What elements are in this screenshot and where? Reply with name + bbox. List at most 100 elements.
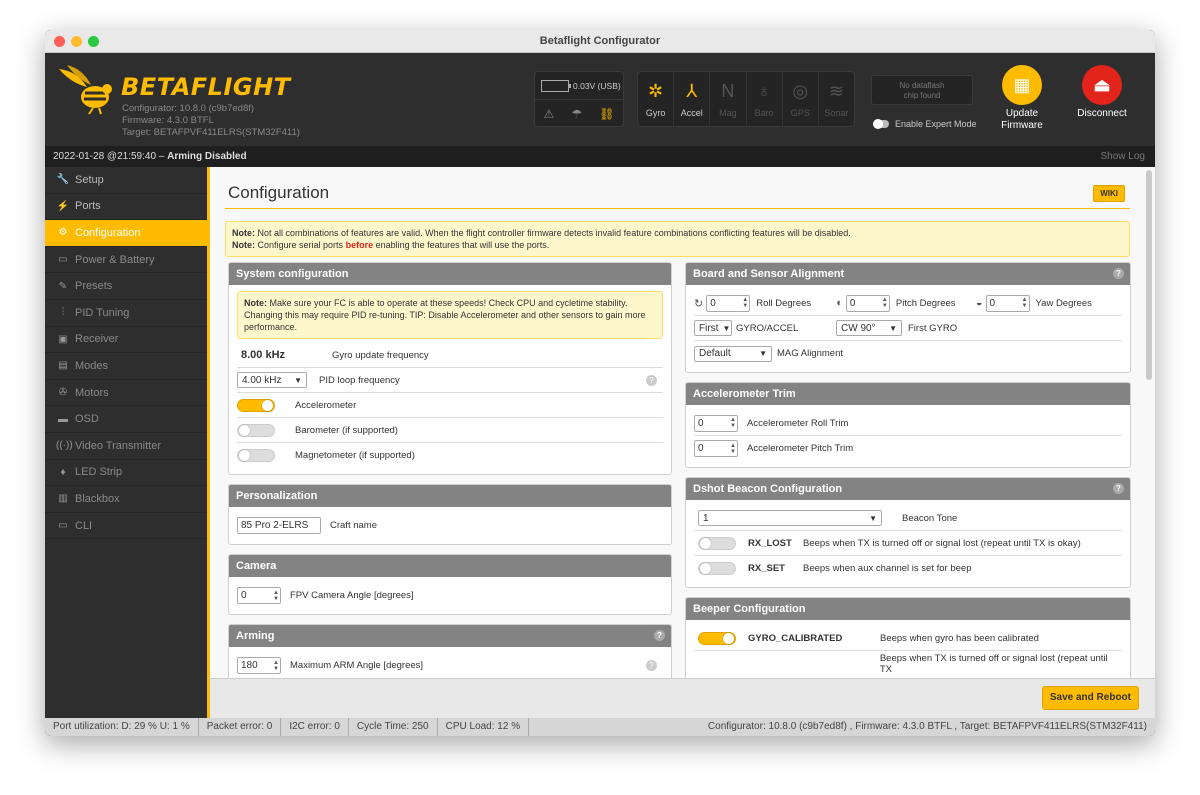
disconnect-button[interactable]: ⏏ Disconnect <box>1073 65 1131 120</box>
sidebar-item-setup[interactable]: 🔧 Setup <box>45 167 207 194</box>
help-icon[interactable]: ? <box>646 660 657 671</box>
sidebar-item-blackbox[interactable]: ▥ Blackbox <box>45 486 207 513</box>
arming-status: Arming Disabled <box>167 151 247 162</box>
content-scrollbar[interactable] <box>1146 170 1152 380</box>
wand-icon: ✎ <box>58 280 68 292</box>
plug-icon: ⚡ <box>56 200 70 212</box>
sidebar-item-video-transmitter[interactable]: ((·)) Video Transmitter <box>45 433 207 460</box>
update-firmware-button[interactable]: ▦ Update Firmware <box>996 65 1048 132</box>
stepper-icon[interactable]: ▲ ▼ <box>1021 297 1029 309</box>
sidebar-item-configuration[interactable]: ⚙ Configuration <box>45 220 207 247</box>
i2c-error: I2C error: 0 <box>281 718 349 736</box>
led-icon: ♦ <box>60 466 66 478</box>
max-arm-angle-label: Maximum ARM Angle [degrees] <box>290 660 424 671</box>
panel-title: Personalization <box>229 485 671 507</box>
stepper-icon[interactable]: ▲ ▼ <box>729 417 737 429</box>
chip-icon: ▦ <box>1002 65 1042 105</box>
blackbox-icon: ▥ <box>58 493 68 505</box>
wiki-button[interactable]: WIKI <box>1093 185 1125 202</box>
sidebar-item-receiver[interactable]: ▣ Receiver <box>45 327 207 354</box>
help-icon[interactable]: ? <box>1113 268 1124 279</box>
gyro-select[interactable]: First ▼ <box>694 320 732 336</box>
sidebar-item-pid-tuning[interactable]: ⫶ PID Tuning <box>45 300 207 327</box>
system-configuration-panel: System configuration Note: Make sure you… <box>228 262 672 475</box>
magnetometer-toggle[interactable] <box>237 449 275 462</box>
panel-title: System configuration <box>229 263 671 285</box>
left-column: System configuration Note: Make sure you… <box>228 262 672 678</box>
stepper-icon[interactable]: ▲ ▼ <box>272 660 280 672</box>
motor-icon: ✇ <box>58 387 68 399</box>
gps-icon: ◎ <box>792 81 809 101</box>
gyro-frequency-label: Gyro update frequency <box>332 349 429 361</box>
main-content: Configuration WIKI Note: Not all combina… <box>207 167 1155 678</box>
arming-panel: Arming? 180 ▲ ▼ Maximum ARM Angle [degrees… <box>228 624 672 678</box>
rx-set-desc: Beeps when aux channel is set for beep <box>803 563 972 574</box>
mag-icon: N <box>721 81 735 101</box>
help-icon[interactable]: ? <box>1113 483 1124 494</box>
baro-icon: ♁ <box>757 81 771 101</box>
stepper-icon[interactable]: ▲ ▼ <box>881 297 889 309</box>
sidebar-item-ports[interactable]: ⚡ Ports <box>45 194 207 221</box>
close-window-button[interactable] <box>54 36 65 47</box>
stepper-icon[interactable]: ▲ ▼ <box>272 590 280 602</box>
expert-mode-toggle[interactable]: Enable Expert Mode <box>873 119 977 129</box>
gyro-alignment-select[interactable]: CW 90° ▼ <box>836 320 902 336</box>
pitch-degrees-label: Pitch Degrees <box>895 297 956 309</box>
barometer-toggle[interactable] <box>237 423 275 437</box>
acc-pitch-trim-input[interactable]: 0 ▲ ▼ <box>694 440 738 457</box>
craft-name-label: Craft name <box>330 520 377 531</box>
yaw-icon: ◒ <box>975 297 983 309</box>
rx-set-toggle[interactable] <box>698 562 736 575</box>
rx-lost-toggle[interactable] <box>698 536 736 550</box>
sidebar-item-cli[interactable]: ▭ CLI <box>45 513 207 540</box>
pid-loop-select[interactable]: 4.00 kHz ▼ <box>237 372 307 388</box>
configurator-version: Configurator: 10.8.0 (c9b7ed8f) <box>122 103 255 114</box>
sidebar-item-osd[interactable]: ▬ OSD <box>45 406 207 433</box>
firmware-version: Firmware: 4.3.0 BTFL <box>122 115 214 126</box>
accelerometer-label: Accelerometer <box>295 399 357 411</box>
modes-icon: ▤ <box>58 360 68 372</box>
pitch-icon: ◐ <box>836 297 843 309</box>
barometer-label: Barometer (if supported) <box>295 424 398 436</box>
stepper-icon[interactable]: ▲ ▼ <box>729 443 737 455</box>
battery-voltage: 0.03V (USB) <box>573 80 621 91</box>
stepper-icon[interactable]: ▲ ▼ <box>741 297 749 309</box>
accelerometer-trim-panel: Accelerometer Trim 0 ▲ ▼ Accelerometer Rol… <box>685 382 1131 468</box>
help-icon[interactable]: ? <box>654 630 665 641</box>
expert-mode-switch[interactable] <box>873 119 889 129</box>
sensor-status: ✲ Gyro ⅄ Accel N Mag ♁ Baro ◎ GPS ≋ Sonar <box>637 71 855 127</box>
max-arm-angle-input[interactable]: 180 ▲ ▼ <box>237 657 281 674</box>
sidebar-item-power-battery[interactable]: ▭ Power & Battery <box>45 247 207 274</box>
sidebar-item-presets[interactable]: ✎ Presets <box>45 273 207 300</box>
accelerometer-toggle[interactable] <box>237 398 275 412</box>
acc-roll-trim-input[interactable]: 0 ▲ ▼ <box>694 414 738 432</box>
battery-status: 0.03V (USB) ⚠ ☂ ⛓ <box>534 71 624 127</box>
sidebar-item-modes[interactable]: ▤ Modes <box>45 353 207 380</box>
sidebar-item-motors[interactable]: ✇ Motors <box>45 380 207 407</box>
pitch-degrees-input[interactable]: 0 ▲ ▼ <box>845 294 890 312</box>
yaw-degrees-input[interactable]: 0 ▲ ▼ <box>985 294 1030 312</box>
gyro-accel-label: GYRO/ACCEL <box>736 322 799 334</box>
sensor-gps: ◎ GPS <box>783 72 819 126</box>
mag-alignment-select[interactable]: Default ▼ <box>694 345 772 362</box>
beacon-tone-select[interactable]: 1 ▼ <box>698 510 882 526</box>
sidebar-item-led-strip[interactable]: ♦ LED Strip <box>45 460 207 487</box>
roll-degrees-label: Roll Degrees <box>756 297 812 309</box>
maximize-window-button[interactable] <box>88 36 99 47</box>
sensor-mag: N Mag <box>710 72 747 126</box>
camera-panel: Camera 0 ▲ ▼ FPV Camera Angle [degrees] <box>228 554 672 615</box>
dshot-beacon-panel: Dshot Beacon Configuration? 1 ▼ Beacon To… <box>685 477 1131 588</box>
roll-degrees-input[interactable]: 0 ▲ ▼ <box>706 294 751 312</box>
camera-angle-input[interactable]: 0 ▲ ▼ <box>237 587 281 604</box>
minimize-window-button[interactable] <box>71 36 82 47</box>
help-icon[interactable]: ? <box>646 374 657 386</box>
mag-alignment-label: MAG Alignment <box>777 348 843 359</box>
show-log-link[interactable]: Show Log <box>1101 146 1145 167</box>
accel-icon: ⅄ <box>686 81 698 101</box>
craft-name-input[interactable]: 85 Pro 2-ELRS <box>237 517 321 534</box>
yaw-degrees-label: Yaw Degrees <box>1035 297 1092 309</box>
save-and-reboot-button[interactable]: Save and Reboot <box>1041 686 1139 710</box>
gyro-calibrated-toggle[interactable] <box>698 631 736 645</box>
sliders-icon: ⫶ <box>61 307 65 319</box>
chevron-down-icon: ▼ <box>759 349 767 358</box>
